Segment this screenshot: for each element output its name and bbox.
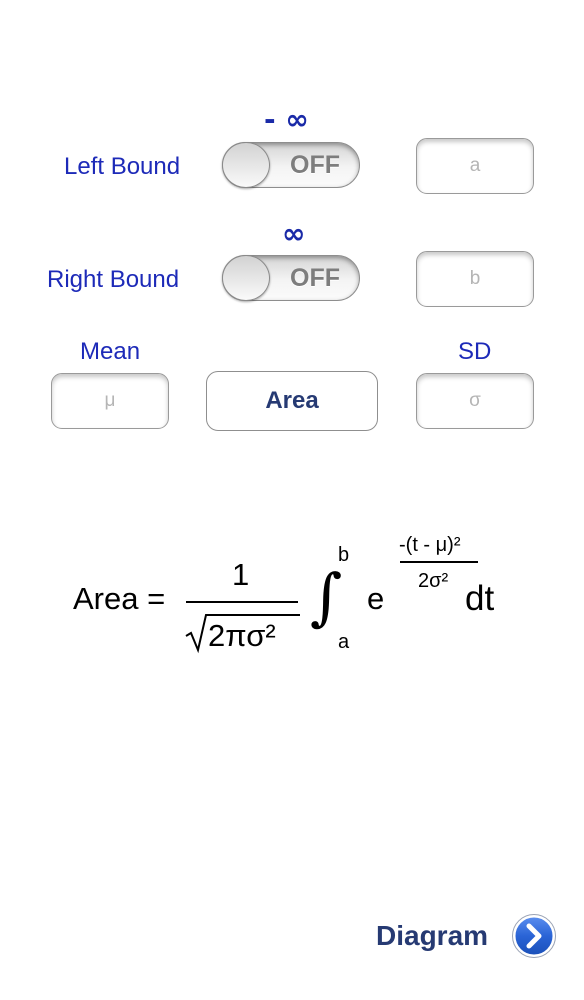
diagram-label: Diagram — [376, 920, 489, 951]
exponent-numerator: -(t - μ)² — [399, 534, 461, 556]
exponent-fraction-bar — [400, 561, 478, 563]
exponential-base: e — [367, 581, 385, 616]
exponent-denominator: 2σ² — [418, 570, 449, 592]
diagram-link[interactable]: Diagram — [376, 906, 560, 966]
chevron-right-circle-icon[interactable] — [512, 914, 556, 958]
differential: dt — [465, 579, 495, 618]
integral-lower-limit: a — [338, 631, 350, 653]
formula-lhs: Area = — [73, 581, 166, 616]
formula-radicand: 2πσ² — [208, 618, 276, 653]
integral-symbol: ∫ — [310, 560, 343, 633]
formula-numerator: 1 — [232, 557, 250, 592]
area-formula: Area = 1 2πσ² ∫ b a e -(t - μ)² 2σ² dt — [0, 0, 584, 700]
formula-fraction-bar — [186, 601, 298, 603]
integral-upper-limit: b — [338, 544, 350, 566]
